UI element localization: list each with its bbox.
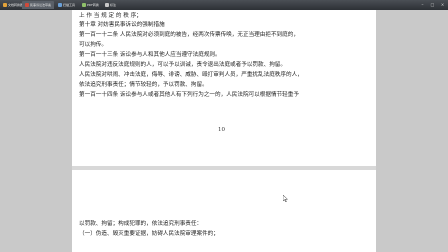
article-line: 第一百一十三条 诉讼参与人和其他人应当遵守法庭规则。 [79,52,221,58]
tab-document[interactable]: 民事诉讼法草案 [22,1,55,9]
text-line: 可以拘传。 [79,42,107,48]
minimize-button[interactable]: – [418,1,427,8]
document-icon [25,3,29,7]
annotate-icon [105,3,109,7]
text-line: 依法追究刑事责任；情节较轻的，予以罚款、拘留。 [79,82,208,88]
pdf-icon [82,3,86,7]
maximize-button[interactable]: □ [428,1,437,8]
article-line: 第一百一十四条 诉讼参与人或者其他人有下列行为之一的，人民法院可以根据情节轻重予 [79,92,299,98]
mouse-cursor-icon [283,195,288,202]
document-page-1: 上 作 当 规 定 的 秩 序； 第十章 对妨害民事诉讼的强制措施 第一百一十二… [72,10,376,166]
text-line: 人民法院对哄闹、冲击法庭，侮辱、诽谤、威胁、殴打审判人员，严重扰乱法庭秩序的人， [79,72,303,78]
left-gutter [0,10,72,252]
tab-converter[interactable]: 文档转换器 [3,1,23,9]
chapter-heading: 第十章 对妨害民事诉讼的强制措施 [79,22,165,28]
tab-annotate[interactable]: 标注 [105,1,116,9]
close-button[interactable]: × [438,1,447,8]
text-line: 人民法院对违反法庭规则的人，可以予以训诫，责令退出法庭或者予以罚款、拘留。 [79,62,286,68]
scan-icon [58,3,62,7]
app-icon [3,3,7,7]
text-line: 以罚款、拘留；构成犯罪的，依法追究刑事责任： [79,221,203,227]
text-line: 上 作 当 规 定 的 秩 序； [79,13,142,19]
document-page-2: 以罚款、拘留；构成犯罪的，依法追究刑事责任： （一）伪造、毁灭重要证据，妨碍人民… [72,170,376,252]
article-line: 第一百一十二条 人民法院对必须到庭的被告，经两次传票传唤，无正当理由拒不到庭的， [79,32,299,38]
text-line: （一）伪造、毁灭重要证据，妨碍人民法院审理案件的； [79,231,219,237]
right-gutter [376,10,448,252]
title-bar: 文档转换器 民事诉讼法草案 扫描工具 PDF转换 标注 – □ × [0,0,448,10]
tab-scan[interactable]: 扫描工具 [58,1,75,9]
page-number: 10 [218,127,225,133]
tab-pdf[interactable]: PDF转换 [82,1,99,9]
